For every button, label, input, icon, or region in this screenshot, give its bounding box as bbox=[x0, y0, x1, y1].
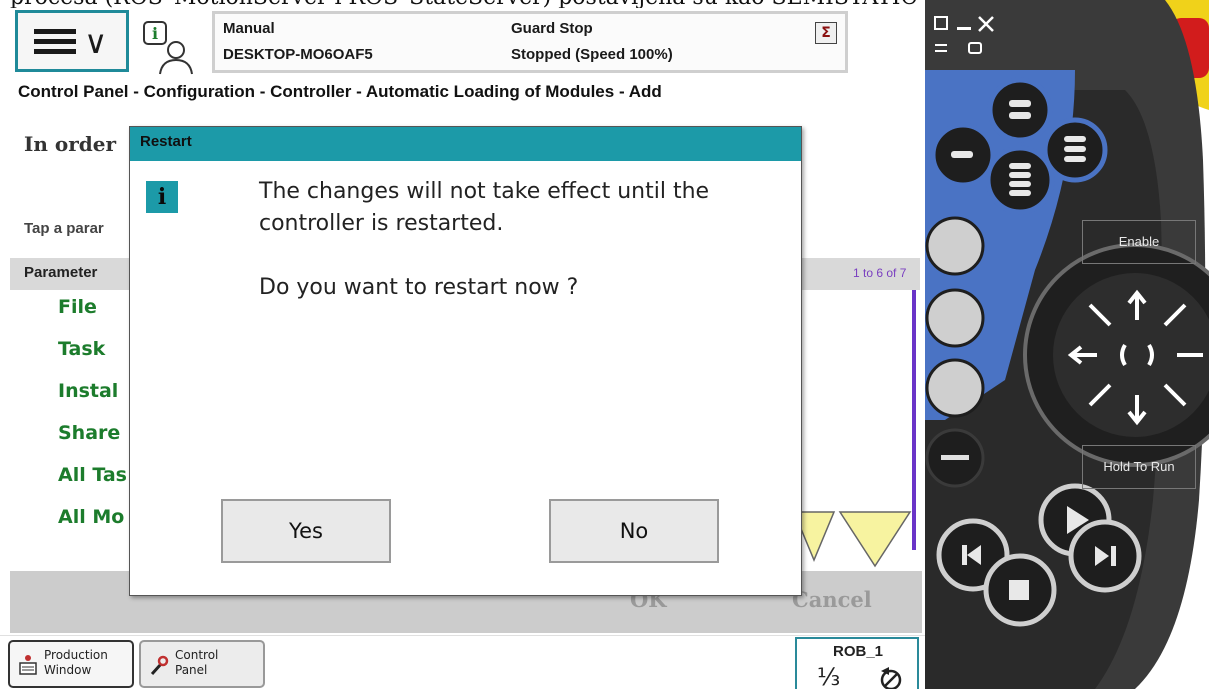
abb-menu-button[interactable]: ∨ bbox=[15, 10, 129, 72]
swap-icon[interactable] bbox=[935, 44, 947, 52]
program-key-1[interactable] bbox=[987, 77, 1053, 143]
operating-mode: Manual bbox=[223, 20, 275, 37]
instruction-text: Tap a parar bbox=[24, 220, 104, 237]
list-item[interactable]: Share bbox=[58, 422, 120, 444]
event-log-icon[interactable]: Σ bbox=[815, 22, 837, 44]
scroll-down-icon[interactable] bbox=[838, 511, 912, 568]
jog-coordinate-icon bbox=[880, 667, 902, 689]
program-key-4[interactable] bbox=[985, 145, 1055, 215]
svg-text:i: i bbox=[152, 24, 158, 43]
taskbar-control-panel[interactable]: Control Panel bbox=[139, 640, 265, 688]
flexpendant-screen: ∨ i Manual DESKTOP-MO6OAF5 Guard Stop St… bbox=[0, 8, 925, 689]
status-bar[interactable]: Manual DESKTOP-MO6OAF5 Guard Stop Stoppe… bbox=[212, 11, 848, 73]
no-button[interactable]: No bbox=[549, 499, 719, 563]
production-window-label: Production Window bbox=[44, 648, 108, 677]
list-item[interactable]: File bbox=[58, 296, 97, 318]
enable-label: Enable bbox=[1082, 220, 1196, 264]
increment-key[interactable] bbox=[925, 358, 985, 418]
pendant-hardware bbox=[925, 0, 1209, 689]
page-heading: In order bbox=[24, 132, 116, 156]
info-icon: i bbox=[146, 181, 178, 213]
restart-dialog: Restart i The changes will not take effe… bbox=[129, 126, 802, 596]
dialog-message-line1: The changes will not take effect until t… bbox=[259, 179, 710, 204]
motion-mode-key[interactable] bbox=[925, 288, 985, 348]
taskbar-production-window[interactable]: Production Window bbox=[8, 640, 134, 688]
scroll-arrows bbox=[792, 511, 912, 568]
yes-button[interactable]: Yes bbox=[221, 499, 391, 563]
production-window-icon bbox=[19, 655, 37, 675]
list-item[interactable]: All Tas bbox=[58, 464, 127, 486]
parameter-column-header: Parameter bbox=[24, 264, 98, 281]
list-item[interactable]: Instal bbox=[58, 380, 118, 402]
taskbar: Production Window Control Panel ROB_1 ⅓ bbox=[0, 635, 925, 689]
breadcrumb: Control Panel - Configuration - Controll… bbox=[18, 82, 662, 101]
operator-info-icon[interactable]: i bbox=[140, 20, 196, 76]
system-name: DESKTOP-MO6OAF5 bbox=[223, 46, 373, 63]
maximize-icon[interactable] bbox=[934, 16, 948, 30]
list-range-indicator: 1 to 6 of 7 bbox=[853, 266, 907, 280]
robot-name: ROB_1 bbox=[833, 643, 884, 660]
control-panel-label: Control Panel bbox=[175, 648, 219, 677]
chevron-down-icon: ∨ bbox=[84, 23, 108, 61]
close-icon[interactable] bbox=[978, 16, 994, 32]
cancel-button[interactable]: Cancel bbox=[792, 587, 872, 612]
wrench-icon bbox=[150, 655, 169, 676]
run-state: Stopped (Speed 100%) bbox=[511, 46, 673, 63]
dialog-message-line2: controller is restarted. bbox=[259, 211, 504, 236]
list-item[interactable]: All Mo bbox=[58, 506, 124, 528]
minimize-icon[interactable] bbox=[957, 27, 971, 30]
window-controls bbox=[934, 16, 994, 54]
task-fraction: ⅓ bbox=[817, 663, 841, 689]
dialog-titlebar: Restart bbox=[130, 127, 801, 161]
dialog-question: Do you want to restart now ? bbox=[259, 275, 579, 300]
list-item[interactable]: Task bbox=[58, 338, 105, 360]
quickset-robot-button[interactable]: ROB_1 ⅓ bbox=[795, 637, 919, 689]
pendant-body bbox=[925, 0, 1209, 689]
mechanical-unit-key[interactable] bbox=[925, 216, 985, 276]
hamburger-icon bbox=[34, 29, 76, 55]
safety-state: Guard Stop bbox=[511, 20, 593, 37]
dialog-title: Restart bbox=[140, 133, 192, 150]
hold-to-run-label: Hold To Run bbox=[1082, 445, 1196, 489]
camera-icon[interactable] bbox=[968, 42, 982, 54]
